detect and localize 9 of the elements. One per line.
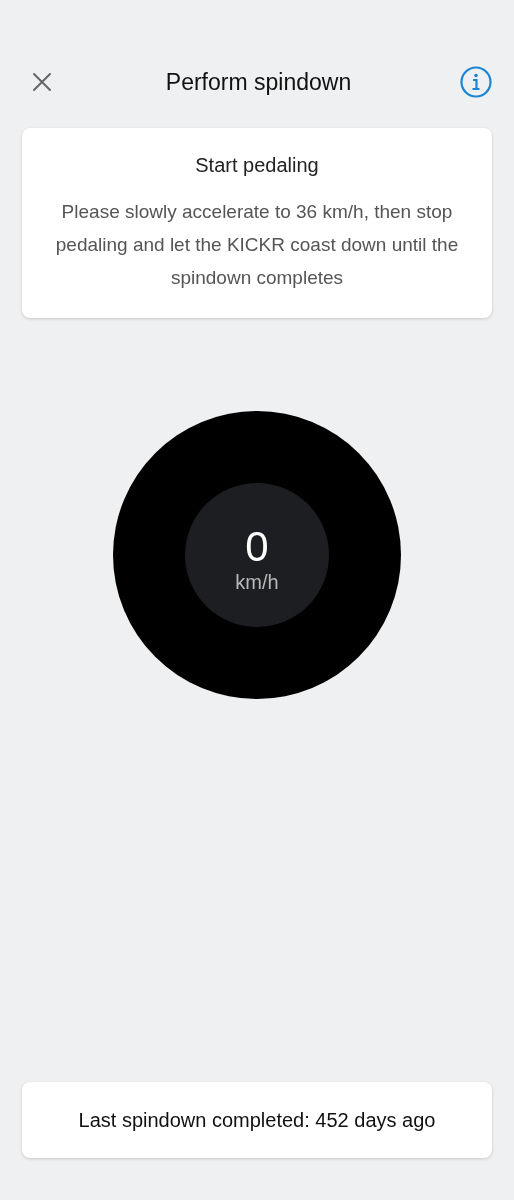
- speed-unit: km/h: [235, 570, 279, 594]
- info-button[interactable]: [458, 64, 494, 100]
- last-spindown-text: Last spindown completed: 452 days ago: [78, 1108, 436, 1132]
- speed-value: 0: [245, 522, 269, 571]
- close-icon: [32, 72, 52, 92]
- instruction-text: Please slowly accelerate to 36 km/h, then stop pedaling and let the KICKR coast down until the spindown completes: [54, 200, 460, 290]
- instruction-title: Start pedaling: [195, 154, 319, 177]
- info-icon: [460, 66, 492, 98]
- screen-title: Perform spindown: [165, 68, 352, 96]
